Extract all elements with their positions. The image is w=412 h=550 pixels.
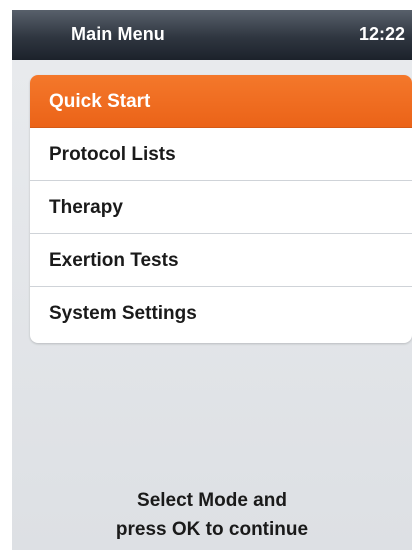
menu-item-therapy[interactable]: Therapy [30,181,412,234]
device-screen: Main Menu 12:22 Quick Start Protocol Lis… [12,10,412,550]
instruction-line-1: Select Mode and [137,490,287,511]
main-menu-list: Quick Start Protocol Lists Therapy Exert… [30,75,412,343]
menu-item-label: System Settings [49,303,197,324]
page-title: Main Menu [71,24,165,44]
instruction-text: Select Mode and press OK to continue [12,486,412,544]
menu-item-label: Quick Start [49,91,151,112]
menu-item-exertion-tests[interactable]: Exertion Tests [30,234,412,287]
menu-item-quick-start[interactable]: Quick Start [30,75,412,128]
header-bar: Main Menu 12:22 [12,10,412,60]
menu-item-label: Protocol Lists [49,144,176,165]
menu-item-label: Therapy [49,197,123,218]
menu-item-system-settings[interactable]: System Settings [30,287,412,343]
instruction-line-2: press OK to continue [115,519,309,540]
menu-item-label: Exertion Tests [49,250,179,271]
clock: 12:22 [359,24,406,44]
menu-item-protocol-lists[interactable]: Protocol Lists [30,128,412,181]
